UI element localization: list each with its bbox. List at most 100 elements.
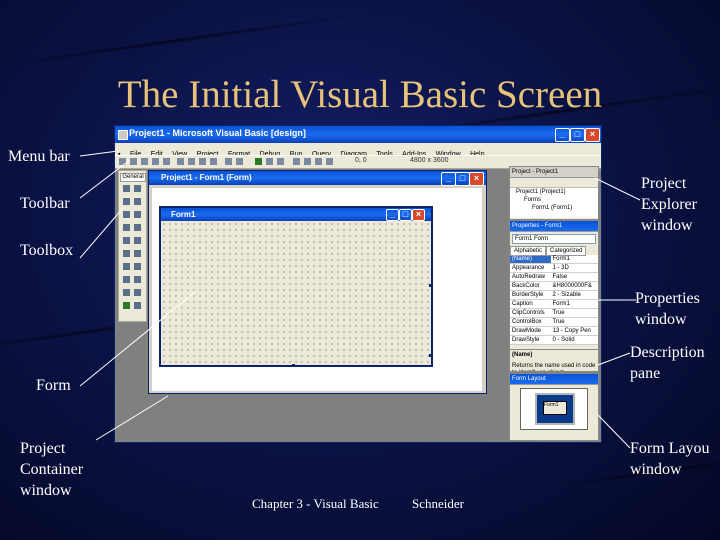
properties-tabs: Alphabetic Categorized: [510, 246, 598, 256]
property-row[interactable]: Appearance 1 - 3D: [510, 263, 598, 273]
form-title-bar: Form1 _ □ ×: [161, 208, 431, 221]
menu-bar: ▪ File Edit View Project Format Debug Ru…: [115, 143, 601, 158]
form-layout-icon[interactable]: [315, 158, 322, 165]
label-tool-icon[interactable]: [123, 198, 130, 205]
property-value[interactable]: True: [550, 317, 598, 327]
property-row[interactable]: BorderStyle 2 - Sizable: [510, 290, 598, 300]
tree-item-form1[interactable]: Form1 (Form1): [510, 204, 598, 212]
frame-tool-icon[interactable]: [123, 211, 130, 218]
container-client-area: Form1 _ □ ×: [152, 188, 482, 391]
property-row[interactable]: ClipControls True: [510, 308, 598, 318]
container-minimize-button[interactable]: _: [441, 172, 456, 186]
toolbox-tab-general[interactable]: General: [120, 173, 146, 182]
background-streak: [0, 13, 359, 70]
property-name: DrawStyle: [510, 335, 551, 345]
paste-icon[interactable]: [199, 158, 206, 165]
property-value[interactable]: False: [550, 272, 598, 282]
property-row[interactable]: ControlBox True: [510, 317, 598, 327]
copy-icon[interactable]: [188, 158, 195, 165]
property-value[interactable]: 1 - 3D: [550, 263, 598, 273]
break-icon[interactable]: [266, 158, 273, 165]
add-form-icon[interactable]: [130, 158, 137, 165]
maximize-button[interactable]: □: [570, 128, 585, 142]
property-value[interactable]: True: [550, 308, 598, 318]
hscrollbar-tool-icon[interactable]: [123, 250, 130, 257]
toolbox: General: [118, 170, 147, 322]
end-icon[interactable]: [277, 158, 284, 165]
cut-icon[interactable]: [177, 158, 184, 165]
callout-line: Project: [641, 175, 687, 192]
title-bar: Project1 - Microsoft Visual Basic [desig…: [115, 126, 601, 143]
property-row[interactable]: AutoRedraw False: [510, 272, 598, 282]
form-grid[interactable]: [161, 221, 431, 365]
add-project-icon[interactable]: [119, 158, 126, 165]
minimize-button[interactable]: _: [555, 128, 570, 142]
property-name: Appearance: [510, 263, 551, 273]
drivelistbox-tool-icon[interactable]: [134, 263, 141, 270]
start-icon[interactable]: [255, 158, 262, 165]
callout-line: window: [641, 217, 693, 234]
container-close-button[interactable]: ×: [469, 172, 484, 186]
property-row[interactable]: BackColor &H8000000F&: [510, 281, 598, 291]
property-row[interactable]: Caption Form1: [510, 299, 598, 309]
close-button[interactable]: ×: [585, 128, 600, 142]
line-tool-icon[interactable]: [134, 289, 141, 296]
form-designer[interactable]: Form1 _ □ ×: [159, 206, 433, 367]
filelistbox-tool-icon[interactable]: [134, 276, 141, 283]
resize-handle[interactable]: [429, 354, 432, 357]
pointer-tool-icon[interactable]: [123, 185, 130, 192]
picturebox-tool-icon[interactable]: [134, 185, 141, 192]
object-browser-icon[interactable]: [326, 158, 333, 165]
callout-form-layout: Form Layou window: [630, 438, 720, 480]
combobox-tool-icon[interactable]: [123, 237, 130, 244]
vscrollbar-tool-icon[interactable]: [134, 250, 141, 257]
form-layout-area: Form1: [520, 388, 588, 430]
form-maximize-button[interactable]: □: [399, 209, 412, 221]
dirlistbox-tool-icon[interactable]: [123, 276, 130, 283]
callout-line: Properties: [635, 290, 700, 307]
form-layout-mini-form[interactable]: Form1: [543, 401, 567, 415]
property-value[interactable]: &H8000000F&: [550, 281, 598, 291]
object-selector[interactable]: Form1 Form: [512, 234, 596, 244]
property-row[interactable]: (Name) Form1: [510, 255, 598, 264]
callout-line: Container: [20, 461, 84, 478]
property-value[interactable]: 0 - Solid: [550, 335, 598, 345]
properties-window-icon[interactable]: [304, 158, 311, 165]
property-name: AutoRedraw: [510, 272, 551, 282]
checkbox-tool-icon[interactable]: [123, 224, 130, 231]
shape-tool-icon[interactable]: [123, 289, 130, 296]
resize-handle[interactable]: [429, 284, 432, 287]
property-value[interactable]: Form1: [550, 299, 598, 309]
timer-tool-icon[interactable]: [123, 263, 130, 270]
form-minimize-button[interactable]: _: [386, 209, 399, 221]
image-tool-icon[interactable]: [123, 302, 130, 309]
container-maximize-button[interactable]: □: [455, 172, 470, 186]
textbox-tool-icon[interactable]: [134, 198, 141, 205]
save-icon[interactable]: [163, 158, 170, 165]
property-value[interactable]: 2 - Sizable: [550, 290, 598, 300]
property-value[interactable]: Form1: [550, 255, 598, 264]
project-container-window: Project1 - Form1 (Form) _ □ × Form1 _ □ …: [148, 170, 487, 394]
optionbutton-tool-icon[interactable]: [134, 224, 141, 231]
property-row[interactable]: DrawMode 13 - Copy Pen: [510, 326, 598, 336]
callout-line: window: [635, 311, 687, 328]
property-value[interactable]: 13 - Copy Pen: [550, 326, 598, 336]
form-close-button[interactable]: ×: [412, 209, 425, 221]
menu-editor-icon[interactable]: [141, 158, 148, 165]
callout-line: Project: [20, 440, 66, 457]
property-row[interactable]: DrawStyle 0 - Solid: [510, 335, 598, 345]
commandbutton-tool-icon[interactable]: [134, 211, 141, 218]
form-layout-title: Form Layout: [510, 374, 598, 385]
callout-menu-bar: Menu bar: [8, 148, 70, 165]
listbox-tool-icon[interactable]: [134, 237, 141, 244]
tree-item-forms[interactable]: Forms: [510, 196, 598, 204]
undo-icon[interactable]: [225, 158, 232, 165]
project-explorer-icon[interactable]: [293, 158, 300, 165]
data-tool-icon[interactable]: [134, 302, 141, 309]
find-icon[interactable]: [210, 158, 217, 165]
open-icon[interactable]: [152, 158, 159, 165]
redo-icon[interactable]: [236, 158, 243, 165]
resize-handle[interactable]: [292, 364, 295, 367]
tree-item-project[interactable]: Project1 (Project1): [510, 188, 598, 196]
size-readout: 4800 x 3600: [410, 157, 449, 164]
